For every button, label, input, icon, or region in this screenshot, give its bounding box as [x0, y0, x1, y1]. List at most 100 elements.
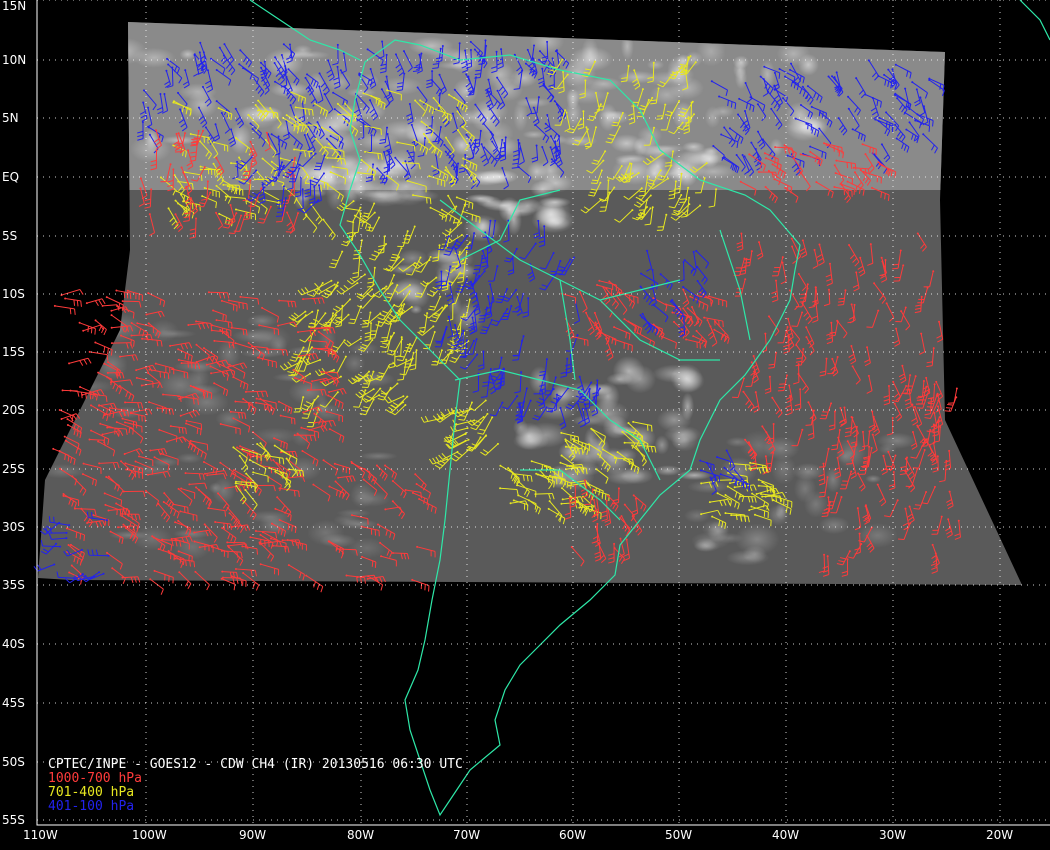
- cloud-patch: [620, 467, 654, 485]
- longitude-label: 70W: [453, 828, 481, 842]
- cloud-patch: [306, 519, 345, 546]
- wind-barb: [53, 304, 76, 315]
- cloud-patch: [633, 137, 648, 157]
- satellite-wind-map: [33, 0, 1050, 826]
- longitude-label: 80W: [347, 828, 375, 842]
- latitude-label: 40S: [2, 637, 25, 651]
- latitude-label: 20S: [2, 403, 25, 417]
- latitude-label: 50S: [2, 755, 25, 769]
- longitude-label: 60W: [559, 828, 587, 842]
- cloud-patch: [878, 443, 897, 455]
- cloud-patch: [514, 422, 544, 450]
- longitude-label: 90W: [239, 828, 267, 842]
- cloud-patch: [485, 61, 515, 89]
- cloud-patch: [712, 105, 734, 118]
- cloud-patch: [232, 328, 278, 343]
- cloud-patch: [447, 294, 462, 316]
- cloud-patch: [683, 508, 710, 523]
- longitude-label: 20W: [986, 828, 1014, 842]
- latitude-label: 25S: [2, 462, 25, 476]
- cloud-patch: [99, 37, 147, 65]
- cloud-patch: [759, 59, 776, 90]
- map-caption: CPTEC/INPE - GOES12 - CDW CH4 (IR) 20130…: [48, 758, 463, 814]
- cloud-patch: [426, 248, 459, 264]
- cloud-patch: [671, 434, 691, 450]
- cloud-patch: [339, 519, 378, 530]
- cloud-patch: [287, 346, 324, 355]
- map-title: CPTEC/INPE - GOES12 - CDW CH4 (IR) 20130…: [48, 757, 463, 772]
- cloud-patch: [792, 462, 825, 481]
- wind-barb: [64, 297, 82, 307]
- latitude-label: 15N: [2, 0, 27, 13]
- wind-barb: [60, 288, 84, 297]
- cloud-patch: [228, 123, 252, 155]
- cloud-patch: [587, 436, 611, 462]
- latitude-label: 35S: [2, 578, 25, 592]
- cloud-patch: [38, 463, 86, 479]
- cloud-patch: [646, 59, 665, 70]
- longitude-label: 110W: [23, 828, 58, 842]
- wind-barb: [85, 298, 106, 307]
- wind-barb: [78, 321, 96, 335]
- cloud-patch: [478, 169, 519, 185]
- cloud-patch: [681, 147, 728, 165]
- cloud-patch: [302, 176, 348, 186]
- cloud-patch: [390, 264, 421, 275]
- cloud-patch: [515, 97, 552, 108]
- cloud-patch: [620, 32, 634, 61]
- cloud-patch: [293, 44, 313, 56]
- cloud-patch: [358, 189, 404, 204]
- legend-high-level: 401-100 hPa: [48, 799, 135, 814]
- cloud-patch: [696, 36, 726, 67]
- latitude-label: 30S: [2, 520, 25, 534]
- caribbean-island: [1019, 0, 1050, 41]
- cloud-patch: [606, 372, 633, 386]
- cloud-patch: [865, 474, 882, 483]
- legend-low-level: 1000-700 hPa: [48, 771, 142, 786]
- cloud-patch: [208, 482, 222, 494]
- longitude-label: 100W: [132, 828, 167, 842]
- cloud-patch: [70, 330, 86, 342]
- cloud-patch: [725, 549, 770, 566]
- cloud-patch: [176, 452, 203, 464]
- latitude-label: 10S: [2, 287, 25, 301]
- wind-barb: [149, 578, 164, 595]
- cloud-patch: [343, 353, 366, 374]
- cloud-patch: [654, 435, 670, 455]
- cloud-patch: [358, 451, 398, 461]
- cloud-patch: [58, 322, 99, 335]
- cloud-patch: [656, 407, 692, 432]
- cloud-patch: [776, 41, 811, 67]
- wind-barb: [68, 357, 92, 366]
- latitude-label: 15S: [2, 345, 25, 359]
- cloud-patch: [583, 400, 630, 428]
- latitude-label: 55S: [2, 813, 25, 827]
- cloud-patch: [644, 71, 692, 87]
- cloud-patch: [109, 530, 150, 540]
- longitude-label: 50W: [665, 828, 693, 842]
- latitude-label: EQ: [2, 170, 20, 184]
- cloud-patch: [787, 118, 828, 136]
- wind-barb: [94, 319, 107, 336]
- cloud-patch: [693, 537, 717, 552]
- cloud-patch: [65, 334, 100, 360]
- latitude-label: 5S: [2, 229, 18, 243]
- longitude-label: 30W: [879, 828, 907, 842]
- cloud-patch: [818, 516, 850, 535]
- cloud-patch: [670, 363, 703, 394]
- cloud-patch: [251, 427, 300, 445]
- latitude-label: 5N: [2, 111, 19, 125]
- wind-barb: [61, 389, 80, 397]
- cloud-patch: [538, 196, 572, 208]
- cloud-patch: [179, 48, 196, 60]
- cloud-patch: [654, 465, 682, 476]
- cloud-patch: [566, 88, 580, 110]
- cloud-patch: [393, 277, 428, 303]
- wind-barb: [948, 387, 958, 404]
- cloud-patch: [732, 55, 750, 69]
- cloud-patch: [475, 217, 491, 233]
- cloud-patch: [335, 154, 367, 173]
- cloud-patch: [581, 37, 599, 70]
- latitude-label: 45S: [2, 696, 25, 710]
- legend-mid-level: 701-400 hPa: [48, 785, 135, 800]
